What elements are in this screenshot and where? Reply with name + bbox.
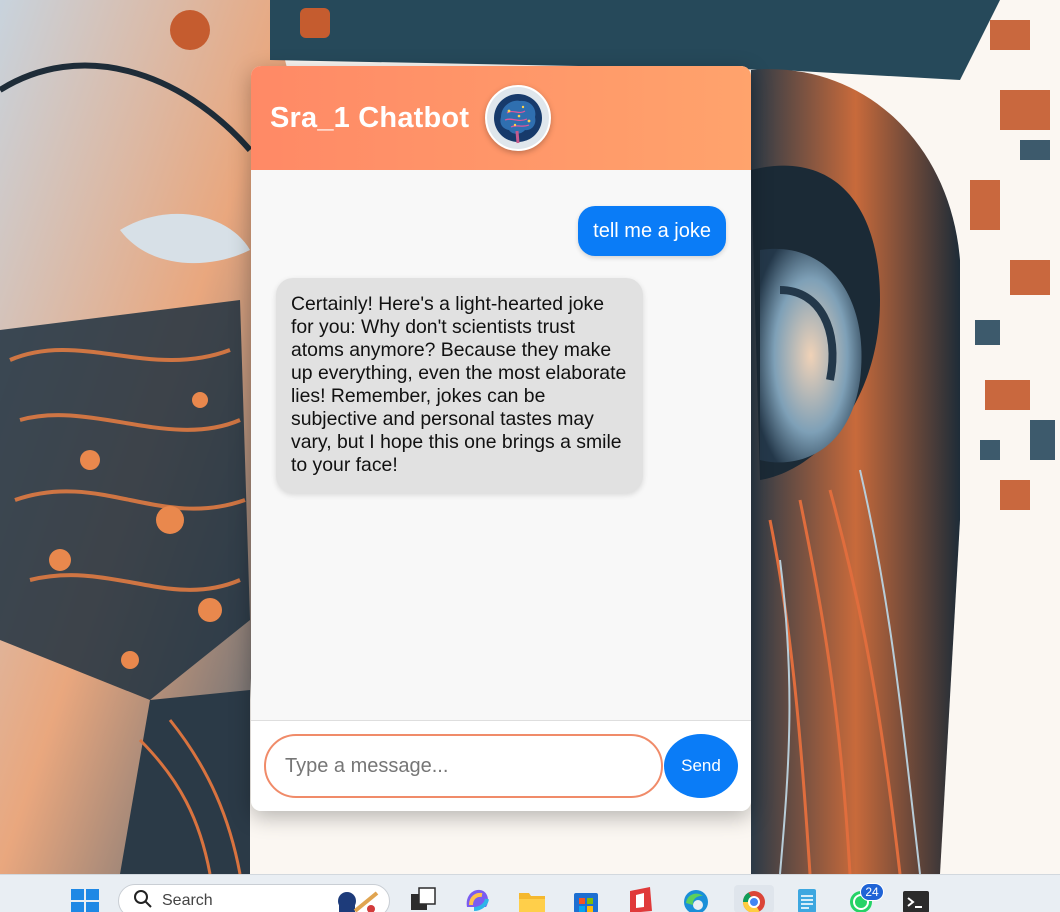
user-message: tell me a joke (578, 206, 726, 256)
chat-window: Sra_1 Chatbot tell me a joke Certainly! … (251, 66, 751, 811)
taskbar: Search (0, 874, 1060, 912)
edge-icon[interactable] (681, 885, 711, 912)
windows-start-icon[interactable] (70, 885, 100, 912)
search-icon (133, 889, 153, 912)
file-explorer-icon[interactable] (517, 885, 547, 912)
terminal-icon[interactable] (901, 885, 931, 912)
cricket-widget-icon (331, 887, 379, 912)
composer: Send (251, 720, 751, 811)
store-icon[interactable] (571, 885, 601, 912)
send-button[interactable]: Send (664, 734, 738, 798)
task-view-icon[interactable] (408, 885, 438, 912)
notepad-icon[interactable] (792, 885, 822, 912)
message-input[interactable] (264, 734, 663, 798)
chat-title: Sra_1 Chatbot (270, 101, 470, 134)
message-list: tell me a joke Certainly! Here's a light… (251, 170, 751, 720)
chat-header: Sra_1 Chatbot (251, 66, 751, 170)
whatsapp-unread-badge: 24 (860, 883, 884, 901)
search-label: Search (162, 892, 213, 909)
copilot-icon[interactable] (462, 885, 492, 912)
office-icon[interactable] (626, 885, 656, 912)
chrome-icon[interactable] (734, 885, 774, 912)
taskbar-search[interactable]: Search (118, 884, 390, 912)
brain-icon (485, 85, 552, 151)
bot-message: Certainly! Here's a light-hearted joke f… (276, 278, 643, 493)
